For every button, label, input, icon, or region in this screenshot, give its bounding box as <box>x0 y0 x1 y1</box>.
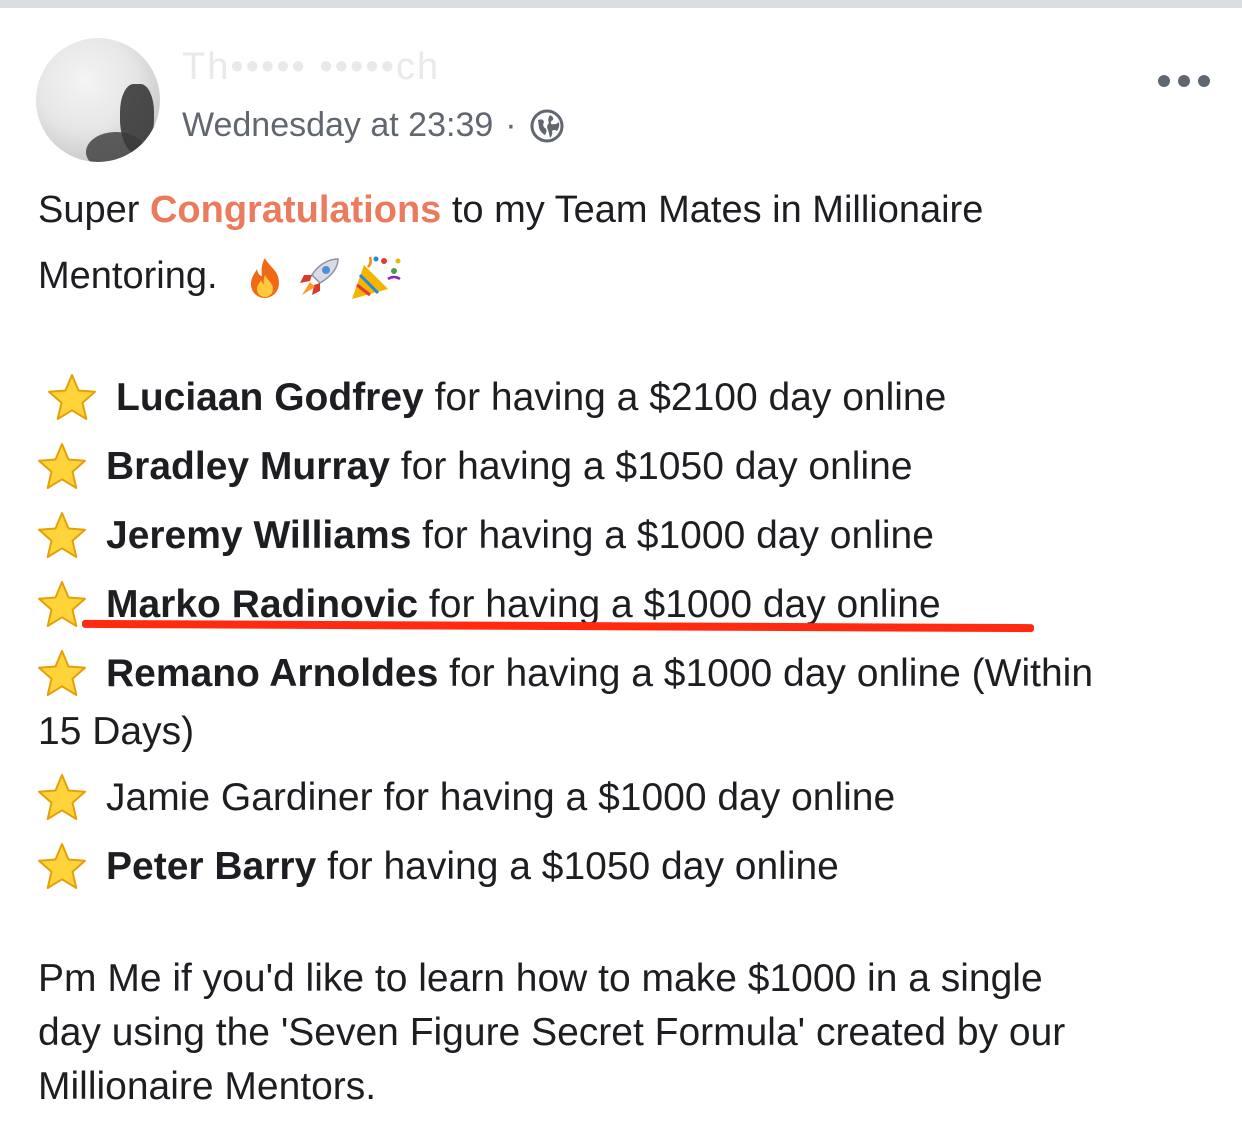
rocket-icon <box>300 258 339 295</box>
star-icon <box>38 774 86 820</box>
party-popper-icon <box>352 256 401 299</box>
achievement-item: Bradley Murray for having a $1050 day on… <box>36 441 913 493</box>
star-icon <box>48 374 96 420</box>
achievement-text: for having a $1000 day online (Within <box>449 652 1094 695</box>
fire-icon <box>251 257 280 298</box>
author-name[interactable]: Th••••• •••••ch <box>182 46 440 89</box>
star-icon <box>38 581 86 627</box>
achievement-item: Remano Arnoldes for having a $1000 day o… <box>36 648 1093 700</box>
globe-icon <box>530 109 564 142</box>
achievement-text: for having a $2100 day online <box>434 376 947 419</box>
closing-line-1: Pm Me if you'd like to learn how to make… <box>38 957 1043 1000</box>
star-icon <box>38 443 86 489</box>
more-options-icon[interactable] <box>1158 68 1210 94</box>
achiever-name: Remano Arnoldes <box>106 652 439 695</box>
achiever-name: Jamie Gardiner <box>106 776 373 819</box>
star-icon <box>38 512 86 558</box>
achiever-name: Jeremy Williams <box>106 514 412 557</box>
post-meta: Wednesday at 23:39 · <box>182 106 565 145</box>
top-divider <box>0 0 1242 8</box>
achievement-continuation: 15 Days) <box>38 710 195 753</box>
achievement-text: for having a $1000 day online <box>422 514 934 557</box>
closing-line-3: Millionaire Mentors. <box>38 1065 377 1108</box>
more-dot <box>1198 75 1210 87</box>
achievement-item: Jeremy Williams for having a $1000 day o… <box>36 510 934 562</box>
intro-emojis <box>242 253 408 303</box>
achievement-text: for having a $1000 day online <box>383 776 896 819</box>
closing-line-2: day using the 'Seven Figure Secret Formu… <box>38 1011 1066 1054</box>
achievement-item: Peter Barry for having a $1050 day onlin… <box>36 841 839 893</box>
intro-line-1: Super Congratulations to my Team Mates i… <box>38 186 983 234</box>
achievement-item: Jamie Gardiner for having a $1000 day on… <box>36 772 895 824</box>
achievement-text: for having a $1050 day online <box>400 445 913 488</box>
achiever-name: Bradley Murray <box>106 445 390 488</box>
intro-prefix: Super <box>38 189 140 231</box>
achiever-name: Luciaan Godfrey <box>116 376 424 419</box>
congratulations-highlight: Congratulations <box>149 189 442 231</box>
star-icon <box>38 650 86 696</box>
achievement-text: for having a $1050 day online <box>327 845 839 888</box>
intro-line-2-text: Mentoring. <box>38 255 218 297</box>
intro-line-2: Mentoring. <box>38 252 408 303</box>
post-timestamp[interactable]: Wednesday at 23:39 <box>182 106 493 145</box>
intro-suffix: to my Team Mates in Millionaire <box>451 189 984 231</box>
meta-separator: · <box>505 106 517 144</box>
more-dot <box>1158 75 1170 87</box>
star-icon <box>38 843 86 889</box>
achievement-item: Luciaan Godfrey for having a $2100 day o… <box>46 372 946 424</box>
achiever-name: Peter Barry <box>106 845 317 888</box>
author-avatar[interactable] <box>36 38 160 162</box>
more-dot <box>1178 75 1190 87</box>
